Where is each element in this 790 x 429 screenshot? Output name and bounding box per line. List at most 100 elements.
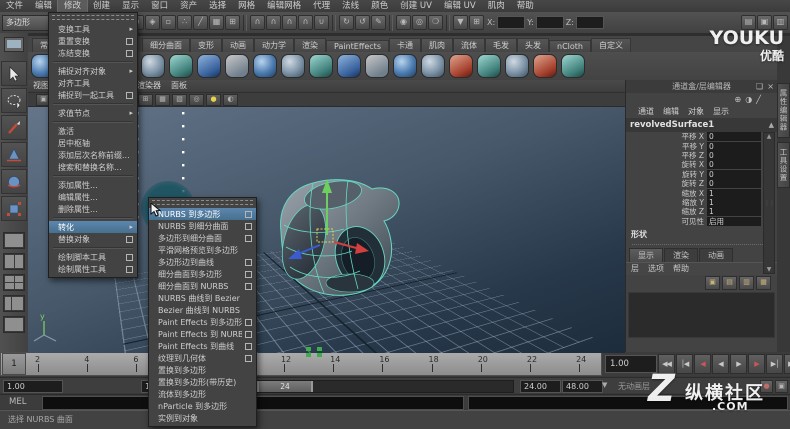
select-vertex-icon[interactable]: ∴ (177, 15, 192, 30)
channel-box-menu-item[interactable]: 对象 (688, 106, 704, 117)
command-language-label[interactable]: MEL (9, 397, 26, 407)
input-connections-icon[interactable]: ↻ (339, 15, 354, 30)
menubar-item[interactable]: 选择 (203, 0, 232, 12)
shelf-tab[interactable]: nCloth (549, 40, 591, 52)
select-tool[interactable] (1, 61, 27, 86)
move-layer-up-icon[interactable]: ▣ (705, 276, 720, 290)
shelf-pyramid-icon[interactable] (309, 54, 333, 78)
construction-history-icon[interactable]: ✎ (371, 15, 386, 30)
channel-box-menu-item[interactable]: 通道 (638, 106, 654, 117)
shelf-combine-icon[interactable] (505, 54, 529, 78)
lasso-tool[interactable] (1, 88, 27, 113)
z-input[interactable] (576, 16, 604, 29)
panel-menu-item[interactable]: 面板 (166, 80, 192, 92)
channel-box-titlebar[interactable]: 通道盒/层编辑器 ❏ × (626, 80, 777, 93)
select-edge-icon[interactable]: ╱ (193, 15, 208, 30)
snap-to-point-icon[interactable]: ∩ (282, 15, 297, 30)
shelf-helix-icon[interactable] (365, 54, 389, 78)
shelf-tab[interactable]: 卡通 (389, 38, 421, 52)
scroll-up-icon[interactable]: ▲ (767, 133, 772, 140)
chevron-down-icon[interactable]: ▼ (602, 381, 607, 389)
layout-single-pane-button[interactable] (3, 232, 25, 249)
channel-value-field[interactable]: 0 (707, 160, 761, 169)
shelf-tab[interactable]: 细分曲面 (142, 38, 190, 52)
sidebar-vertical-tab[interactable]: 工具设置 (777, 142, 790, 188)
playback-end-field[interactable]: 24.00 (520, 380, 561, 393)
option-box-icon[interactable] (245, 319, 252, 326)
menu-item[interactable]: nParticle 到多边形 ▸ (149, 400, 256, 412)
revolved-surface-object[interactable] (275, 176, 399, 295)
render-settings-icon[interactable]: ❍ (428, 15, 443, 30)
shelf-tab[interactable]: 毛发 (485, 38, 517, 52)
menubar-item[interactable]: 编辑 UV (438, 0, 482, 12)
menubar-item[interactable]: 编辑网格 (261, 0, 307, 12)
option-box-icon[interactable] (245, 235, 252, 242)
menu-item[interactable]: 绘制属性工具 ▸ (49, 263, 137, 275)
menu-item[interactable]: 多边形到细分曲面 ▸ (149, 232, 256, 244)
shelf-tab[interactable]: PaintEffects (326, 40, 389, 52)
shelf-smooth-icon[interactable] (477, 54, 501, 78)
menubar-item[interactable]: 代理 (307, 0, 336, 12)
undock-icon[interactable]: ❏ (756, 81, 763, 92)
shelf-cone-icon[interactable] (197, 54, 221, 78)
menubar-item[interactable]: 创建 UV (394, 0, 438, 12)
menubar-item[interactable]: 修改 (58, 0, 87, 12)
shelf-tab[interactable]: 动画 (222, 38, 254, 52)
field-chart-icon[interactable]: ⊞ (138, 94, 153, 106)
channel-value-field[interactable]: 0 (707, 132, 761, 141)
menubar-item[interactable]: 肌肉 (482, 0, 511, 12)
menubar-item[interactable]: 显示 (116, 0, 145, 12)
layout-persp-button[interactable] (3, 316, 25, 333)
menu-item[interactable]: 细分曲面到 NURBS ▸ (149, 280, 256, 292)
go-to-start-button[interactable]: ◀◀ (658, 354, 675, 374)
menu-item[interactable]: NURBS 到细分曲面 ▸ (149, 220, 256, 232)
selected-object-header[interactable]: revolvedSurface1 ▲ (626, 119, 777, 132)
select-uv-icon[interactable]: ⊞ (225, 15, 240, 30)
menu-item[interactable]: ▸ (53, 247, 133, 249)
make-live-icon[interactable]: ∪ (314, 15, 329, 30)
menubar-item[interactable]: 颜色 (365, 0, 394, 12)
create-layer-from-selected-icon[interactable]: ▦ (756, 276, 771, 290)
menu-item[interactable]: 删除属性... ▸ (49, 203, 137, 215)
channel-value-field[interactable]: 1 (707, 207, 761, 216)
menu-item[interactable]: ▸ (53, 121, 133, 123)
option-box-icon[interactable] (126, 50, 133, 57)
menu-item[interactable]: ▸ (53, 175, 133, 177)
shelf-cylinder-icon[interactable] (169, 54, 193, 78)
shelf-tab[interactable]: 头发 (517, 38, 549, 52)
menu-item[interactable]: 捕捉到一起工具 ▸ (49, 89, 137, 101)
channel-value-field[interactable]: 1 (707, 198, 761, 207)
option-box-icon[interactable] (245, 259, 252, 266)
animation-end-field[interactable]: 48.00 (562, 380, 603, 393)
absolute-transform-icon[interactable]: ⊞ (469, 15, 484, 30)
menu-item[interactable]: 平滑网格预览到多边形 ▸ (149, 244, 256, 256)
option-box-icon[interactable] (245, 331, 252, 338)
menubar-item[interactable]: 编辑 (29, 0, 58, 12)
menu-item[interactable]: 转化 ▸ (49, 221, 137, 233)
menubar-item[interactable]: 文件 (0, 0, 29, 12)
layout-four-pane-button[interactable] (3, 274, 25, 291)
menu-item[interactable]: 添加层次名称前缀... ▸ (49, 149, 137, 161)
layer-editor-tab[interactable]: 动画 (699, 248, 733, 262)
current-time-field[interactable]: 1.00 (605, 355, 657, 373)
channel-value-field[interactable]: 1 (707, 189, 761, 198)
channel-box-toggle-icon[interactable]: ▥ (773, 15, 788, 30)
playback-range-bar[interactable]: 24 (257, 381, 313, 392)
layout-outliner-persp-button[interactable] (3, 295, 25, 312)
menu-item[interactable]: Paint Effects 到 NURBS ▸ (149, 328, 256, 340)
select-object-icon[interactable]: ◈ (145, 15, 160, 30)
menubar-item[interactable]: 窗口 (145, 0, 174, 12)
option-box-icon[interactable] (245, 355, 252, 362)
shelf-sculpt-geometry-icon[interactable] (449, 54, 473, 78)
channel-box-menu-item[interactable]: 显示 (713, 106, 729, 117)
scroll-down-icon[interactable]: ▼ (767, 266, 772, 273)
channel-value-field[interactable]: 0 (707, 170, 761, 179)
auto-keyframe-icon[interactable]: ● (760, 380, 773, 393)
menu-item[interactable]: ▸ (53, 217, 133, 219)
menu-item[interactable]: 居中枢轴 ▸ (49, 137, 137, 149)
option-box-icon[interactable] (126, 236, 133, 243)
move-layer-down-icon[interactable]: ▤ (722, 276, 737, 290)
rotate-tool[interactable] (1, 169, 27, 194)
channel-value-field[interactable]: 0 (707, 142, 761, 151)
safe-title-icon[interactable]: ▧ (172, 94, 187, 106)
